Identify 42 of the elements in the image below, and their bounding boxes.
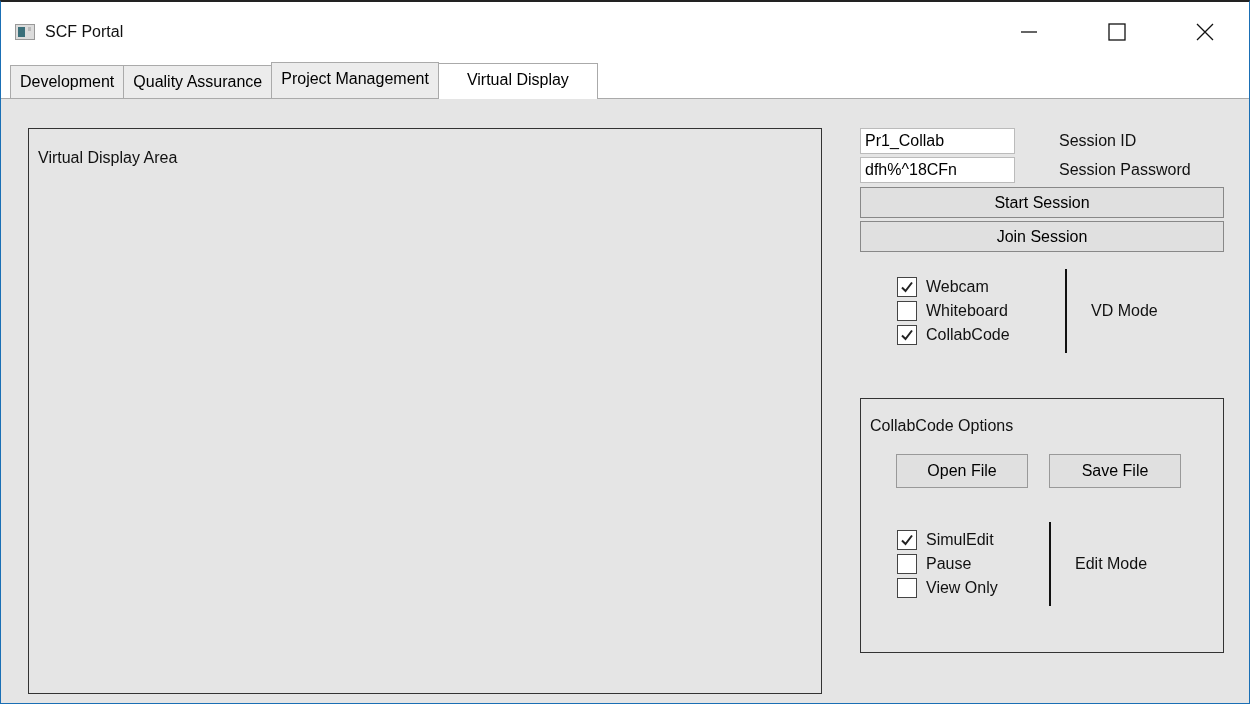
tab[interactable]: Quality Assurance — [123, 65, 273, 98]
maximize-icon — [1108, 23, 1126, 41]
tab[interactable]: Development — [10, 65, 125, 98]
session-button[interactable]: Start Session — [860, 187, 1224, 218]
checkbox-label: CollabCode — [926, 326, 1010, 344]
checkbox[interactable] — [897, 578, 917, 598]
checkbox-option[interactable]: SimulEdit — [897, 529, 1049, 551]
tab[interactable]: Virtual Display — [437, 63, 598, 99]
close-icon — [1196, 23, 1214, 41]
checkbox[interactable] — [897, 530, 917, 550]
window-title: SCF Portal — [45, 23, 124, 41]
text-field[interactable]: dfh%^18CFn — [860, 157, 1015, 183]
checkbox-label: Webcam — [926, 278, 989, 296]
group-label: VD Mode — [1091, 302, 1158, 320]
checkmark-icon — [900, 533, 914, 547]
checkbox[interactable] — [897, 554, 917, 574]
field-label: Session ID — [1059, 132, 1137, 150]
checkbox-label: Pause — [926, 555, 972, 573]
tab[interactable]: Project Management — [271, 62, 439, 98]
checkbox-label: Whiteboard — [926, 302, 1008, 320]
checkbox[interactable] — [897, 277, 917, 297]
checkmark-icon — [900, 280, 914, 294]
checkbox-option[interactable]: View Only — [897, 577, 1049, 599]
text-field[interactable]: Pr1_Collab — [860, 128, 1015, 154]
checkmark-icon — [900, 328, 914, 342]
file-button[interactable]: Open File — [896, 454, 1028, 488]
minimize-icon — [1021, 31, 1037, 33]
checkbox[interactable] — [897, 325, 917, 345]
checkbox-label: View Only — [926, 579, 998, 597]
checkbox-option[interactable]: Whiteboard — [897, 300, 1065, 322]
checkbox-label: SimulEdit — [926, 531, 994, 549]
panel-title: CollabCode Options — [870, 417, 1015, 435]
app-icon — [15, 24, 35, 40]
field-label: Session Password — [1059, 161, 1191, 179]
checkbox-option[interactable]: Webcam — [897, 276, 1065, 298]
display-area-label: Virtual Display Area — [38, 149, 178, 166]
session-button[interactable]: Join Session — [860, 221, 1224, 252]
file-button[interactable]: Save File — [1049, 454, 1181, 488]
group-label: Edit Mode — [1075, 555, 1148, 573]
checkbox-option[interactable]: CollabCode — [897, 324, 1065, 346]
checkbox-option[interactable]: Pause — [897, 553, 1049, 575]
checkbox[interactable] — [897, 301, 917, 321]
